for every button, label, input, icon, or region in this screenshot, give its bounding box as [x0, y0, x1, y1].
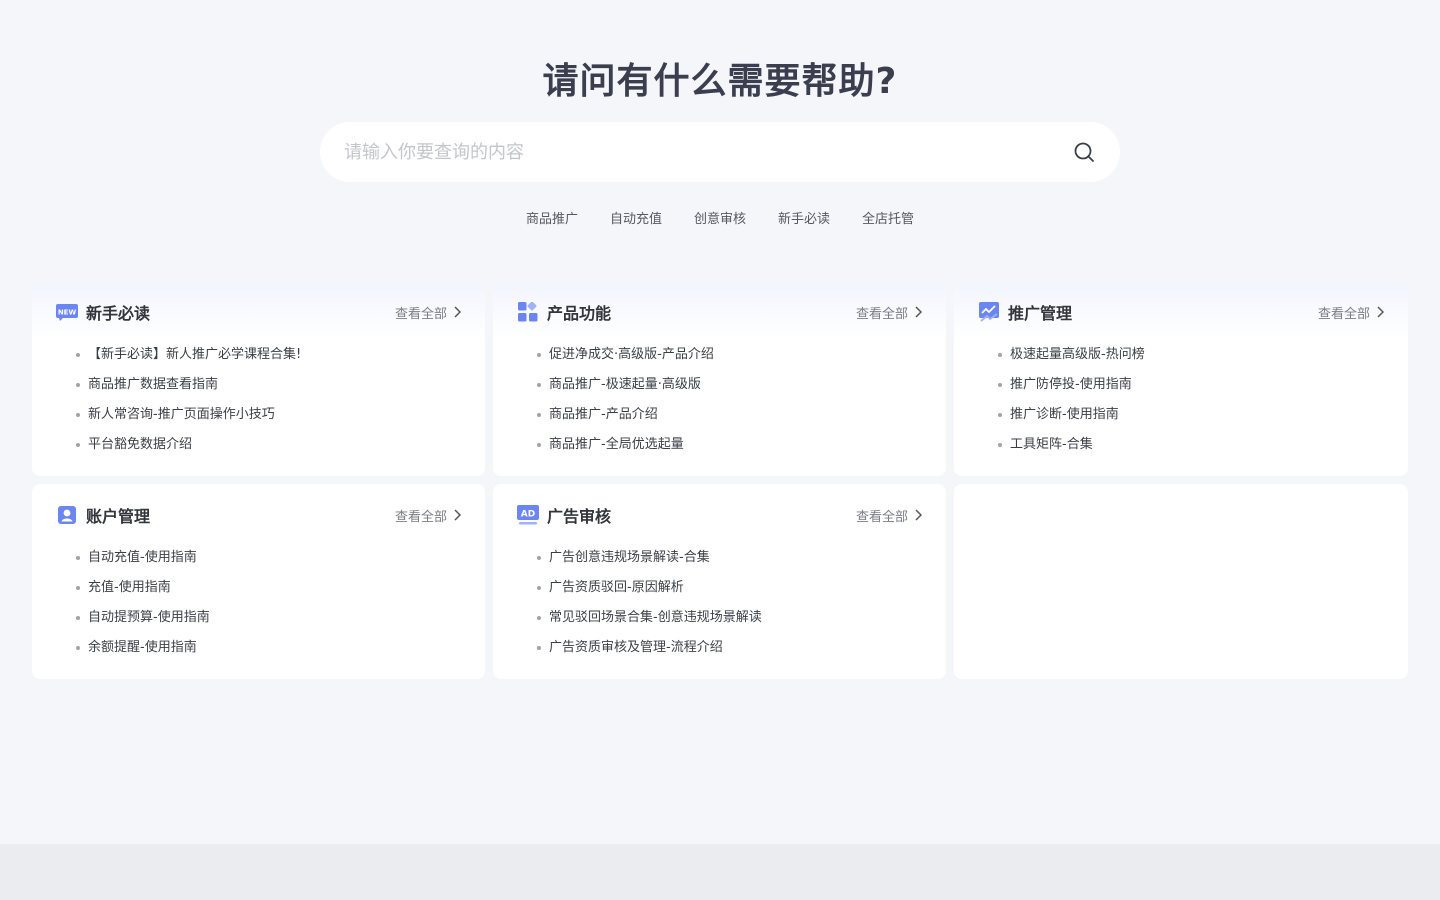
article-link[interactable]: 充值-使用指南 [76, 573, 461, 603]
view-all-label: 查看全部 [1317, 306, 1370, 322]
view-all-link[interactable]: 查看全部 [395, 506, 461, 525]
search-bar [320, 122, 1120, 182]
article-link[interactable]: 新人常咨询-推广页面操作小技巧 [76, 400, 461, 430]
hot-tag[interactable]: 商品推广 [510, 206, 594, 229]
article-link[interactable]: 商品推广-全局优选起量 [537, 430, 922, 460]
view-all-label: 查看全部 [394, 509, 447, 525]
article-link[interactable]: 商品推广-极速起量·高级版 [537, 370, 922, 400]
article-link[interactable]: 常见驳回场景合集-创意违规场景解读 [537, 603, 922, 633]
card-title-wrap: AD 广告审核 [517, 503, 611, 527]
article-list: 极速起量高级版-热问榜 推广防停投-使用指南 推广诊断-使用指南 工具矩阵-合集 [978, 340, 1384, 460]
article-list: 【新手必读】新人推广必学课程合集! 商品推广数据查看指南 新人常咨询-推广页面操… [56, 340, 461, 460]
card-title: 产品功能 [547, 304, 612, 323]
category-card-account-management: 账户管理 查看全部 自动充值-使用指南 充值-使用指南 自动提预算-使用指南 余… [32, 484, 485, 679]
page-title: 请问有什么需要帮助? [542, 61, 898, 102]
category-card-ad-review: AD 广告审核 查看全部 广告创意违规场景解读-合集 广告资质驳回-原因解析 常… [493, 484, 946, 679]
view-all-link[interactable]: 查看全部 [1318, 303, 1384, 322]
article-link[interactable]: 商品推广-产品介绍 [537, 400, 922, 430]
hero-section: 请问有什么需要帮助? 商品推广 自动充值 创意审核 新手必读 全店托管 [0, 0, 1440, 280]
chevron-right-icon [915, 509, 922, 521]
trend-chart-icon [978, 301, 1000, 323]
search-icon[interactable] [1072, 140, 1096, 164]
card-title: 账户管理 [86, 507, 151, 526]
view-all-link[interactable]: 查看全部 [856, 303, 922, 322]
category-card-promotion-management: 推广管理 查看全部 极速起量高级版-热问榜 推广防停投-使用指南 推广诊断-使用… [954, 281, 1408, 476]
search-input[interactable] [344, 141, 1072, 163]
hot-search-tags: 商品推广 自动充值 创意审核 新手必读 全店托管 [0, 206, 1440, 229]
article-link[interactable]: 余额提醒-使用指南 [76, 633, 461, 663]
article-link[interactable]: 自动充值-使用指南 [76, 543, 461, 573]
view-all-label: 查看全部 [855, 509, 908, 525]
card-header: NEW 新手必读 查看全部 [56, 301, 461, 323]
card-title-wrap: 推广管理 [978, 300, 1072, 324]
article-link[interactable]: 广告创意违规场景解读-合集 [537, 543, 922, 573]
card-title: 推广管理 [1008, 304, 1073, 323]
card-header: AD 广告审核 查看全部 [517, 504, 922, 526]
chevron-right-icon [1377, 306, 1384, 318]
svg-text:NEW: NEW [58, 309, 77, 317]
article-link[interactable]: 商品推广数据查看指南 [76, 370, 461, 400]
article-link[interactable]: 推广诊断-使用指南 [998, 400, 1384, 430]
footer-band [0, 844, 1440, 900]
grid-apps-icon [517, 301, 539, 323]
new-badge-icon: NEW [56, 301, 78, 323]
hot-tag[interactable]: 创意审核 [678, 206, 762, 229]
category-card-beginners: NEW 新手必读 查看全部 【新手必读】新人推广必学课程合集! 商品推广数据查看… [32, 281, 485, 476]
article-link[interactable]: 自动提预算-使用指南 [76, 603, 461, 633]
view-all-link[interactable]: 查看全部 [856, 506, 922, 525]
help-center-page: 请问有什么需要帮助? 商品推广 自动充值 创意审核 新手必读 全店托管 [0, 0, 1440, 900]
card-title: 新手必读 [86, 304, 151, 323]
card-header: 推广管理 查看全部 [978, 301, 1384, 323]
chevron-right-icon [915, 306, 922, 318]
article-link[interactable]: 促进净成交·高级版-产品介绍 [537, 340, 922, 370]
category-card-product-features: 产品功能 查看全部 促进净成交·高级版-产品介绍 商品推广-极速起量·高级版 商… [493, 281, 946, 476]
article-list: 广告创意违规场景解读-合集 广告资质驳回-原因解析 常见驳回场景合集-创意违规场… [517, 543, 922, 663]
ad-badge-icon: AD [517, 504, 539, 526]
article-list: 促进净成交·高级版-产品介绍 商品推广-极速起量·高级版 商品推广-产品介绍 商… [517, 340, 922, 460]
view-all-label: 查看全部 [855, 306, 908, 322]
article-link[interactable]: 工具矩阵-合集 [998, 430, 1384, 460]
card-header: 产品功能 查看全部 [517, 301, 922, 323]
hot-tag[interactable]: 自动充值 [594, 206, 678, 229]
chevron-right-icon [454, 306, 461, 318]
article-link[interactable]: 广告资质驳回-原因解析 [537, 573, 922, 603]
card-header: 账户管理 查看全部 [56, 504, 461, 526]
account-user-icon [56, 504, 78, 526]
article-list: 自动充值-使用指南 充值-使用指南 自动提预算-使用指南 余额提醒-使用指南 [56, 543, 461, 663]
article-link[interactable]: 极速起量高级版-热问榜 [998, 340, 1384, 370]
hot-tag[interactable]: 全店托管 [846, 206, 930, 229]
card-title-wrap: 账户管理 [56, 503, 150, 527]
view-all-label: 查看全部 [394, 306, 447, 322]
empty-card [954, 484, 1408, 679]
card-title: 广告审核 [547, 507, 612, 526]
hot-tag[interactable]: 新手必读 [762, 206, 846, 229]
card-title-wrap: NEW 新手必读 [56, 300, 150, 324]
article-link[interactable]: 【新手必读】新人推广必学课程合集! [76, 340, 461, 370]
card-title-wrap: 产品功能 [517, 300, 611, 324]
article-link[interactable]: 平台豁免数据介绍 [76, 430, 461, 460]
article-link[interactable]: 推广防停投-使用指南 [998, 370, 1384, 400]
view-all-link[interactable]: 查看全部 [395, 303, 461, 322]
svg-text:AD: AD [521, 510, 535, 520]
chevron-right-icon [454, 509, 461, 521]
article-link[interactable]: 广告资质审核及管理-流程介绍 [537, 633, 922, 663]
category-cards-grid: NEW 新手必读 查看全部 【新手必读】新人推广必学课程合集! 商品推广数据查看… [32, 281, 1408, 679]
